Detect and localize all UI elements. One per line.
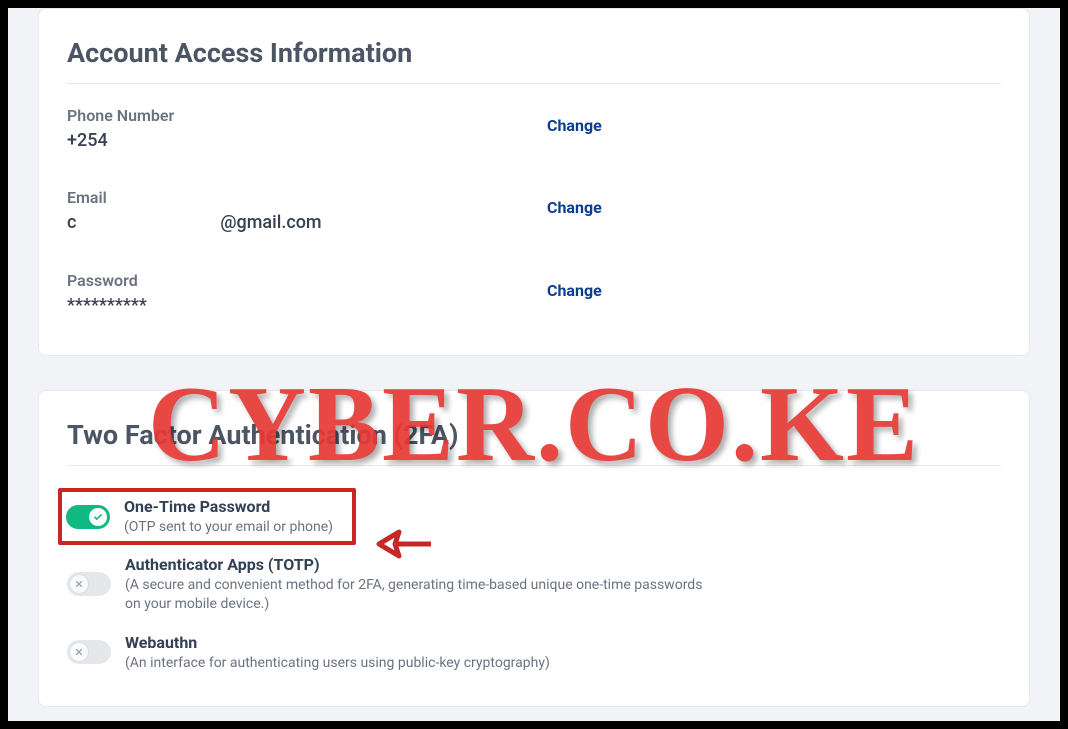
phone-value: +254 [67, 129, 547, 152]
password-label: Password [67, 271, 547, 290]
email-label: Email [67, 188, 547, 207]
check-icon [89, 508, 107, 526]
phone-label: Phone Number [67, 106, 547, 125]
totp-toggle[interactable] [67, 572, 111, 596]
account-access-title: Account Access Information [67, 37, 1001, 69]
change-phone-link[interactable]: Change [547, 116, 602, 135]
webauthn-title: Webauthn [125, 633, 550, 652]
totp-title: Authenticator Apps (TOTP) [125, 555, 705, 574]
redacted-email [78, 216, 218, 232]
tfa-card: Two Factor Authentication (2FA) One-Time… [38, 390, 1030, 707]
tfa-option-webauthn: Webauthn (An interface for authenticatin… [67, 627, 1001, 686]
tfa-option-otp-highlight: One-Time Password (OTP sent to your emai… [58, 488, 356, 545]
tfa-option-totp: Authenticator Apps (TOTP) (A secure and … [67, 549, 1001, 626]
totp-desc: (A secure and convenient method for 2FA,… [125, 576, 705, 612]
tfa-option-otp: One-Time Password (OTP sent to your emai… [66, 497, 348, 536]
change-email-link[interactable]: Change [547, 198, 602, 217]
redacted-phone [110, 133, 220, 149]
divider [67, 83, 1001, 84]
phone-prefix: +254 [67, 130, 108, 151]
phone-row: Phone Number +254 Change [67, 106, 1001, 152]
password-row: Password ********** Change [67, 271, 1001, 317]
password-value: ********** [67, 294, 547, 317]
change-password-link[interactable]: Change [547, 281, 602, 300]
email-prefix: c [67, 212, 76, 233]
tfa-title: Two Factor Authentication (2FA) [67, 419, 1001, 451]
otp-toggle[interactable] [66, 505, 110, 529]
otp-desc: (OTP sent to your email or phone) [124, 518, 333, 536]
webauthn-desc: (An interface for authenticating users u… [125, 654, 550, 672]
webauthn-toggle[interactable] [67, 640, 111, 664]
email-row: Email c @gmail.com Change [67, 188, 1001, 234]
cross-icon [70, 575, 88, 593]
otp-title: One-Time Password [124, 497, 333, 516]
email-value: c @gmail.com [67, 211, 547, 234]
cross-icon [70, 643, 88, 661]
email-suffix: @gmail.com [220, 212, 321, 233]
account-access-card: Account Access Information Phone Number … [38, 8, 1030, 356]
divider [67, 465, 1001, 466]
